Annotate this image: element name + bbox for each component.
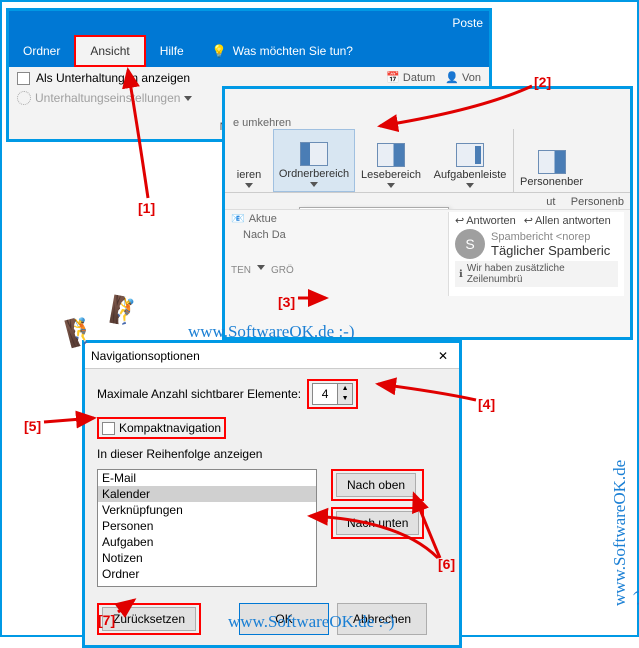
tab-ansicht[interactable]: Ansicht bbox=[74, 35, 145, 67]
max-items-label: Maximale Anzahl sichtbarer Elemente: bbox=[97, 387, 301, 401]
annotation-2: [2] bbox=[534, 74, 551, 90]
annotation-4: [4] bbox=[478, 396, 495, 412]
reply-all-button[interactable]: ↩Allen antworten bbox=[524, 214, 611, 227]
window-title: Poste bbox=[9, 11, 489, 35]
message-preview: ↩Antworten ↩Allen antworten S Spamberich… bbox=[448, 212, 624, 296]
spin-up[interactable]: ▲ bbox=[338, 384, 352, 394]
max-items-spinner[interactable]: ▲▼ bbox=[312, 383, 353, 405]
annotation-5: [5] bbox=[24, 418, 41, 434]
annotation-6: [6] bbox=[438, 556, 455, 572]
nav-order-listbox[interactable]: E-Mail Kalender Verknüpfungen Personen A… bbox=[97, 469, 317, 587]
chevron-down-icon bbox=[257, 265, 265, 270]
move-up-button[interactable]: Nach oben bbox=[336, 473, 416, 497]
max-items-input[interactable] bbox=[313, 384, 337, 404]
conversation-settings-button: Unterhaltungseinstellungen bbox=[17, 91, 192, 105]
tell-me-search[interactable]: 💡 Was möchten Sie tun? bbox=[198, 35, 367, 67]
tab-ordner[interactable]: Ordner bbox=[9, 35, 74, 67]
lightbulb-icon: 💡 bbox=[212, 44, 227, 58]
max-items-row: Maximale Anzahl sichtbarer Elemente: ▲▼ bbox=[97, 379, 447, 409]
annotation-7: [7] bbox=[98, 612, 115, 628]
chevron-down-icon bbox=[310, 182, 318, 187]
layout-group: ieren Ordnerbereich Lesebereich Aufgaben… bbox=[225, 129, 630, 193]
chevron-down-icon bbox=[245, 183, 253, 188]
people-pane-icon bbox=[538, 150, 566, 174]
gear-icon bbox=[17, 91, 31, 105]
close-button[interactable]: ✕ bbox=[433, 349, 453, 363]
sort-from[interactable]: 👤Von bbox=[445, 71, 481, 84]
reading-pane-icon bbox=[377, 143, 405, 167]
todo-bar-icon bbox=[456, 143, 484, 167]
annotation-3: [3] bbox=[278, 294, 295, 310]
compact-nav-checkbox[interactable] bbox=[102, 422, 115, 435]
show-conversations-checkbox[interactable]: Als Unterhaltungen anzeigen bbox=[17, 71, 192, 85]
list-item[interactable]: Kalender bbox=[98, 486, 316, 502]
move-down-button[interactable]: Nach unten bbox=[336, 511, 419, 535]
chevron-down-icon bbox=[387, 183, 395, 188]
list-item[interactable]: Ordner bbox=[98, 566, 316, 582]
folder-pane-icon bbox=[300, 142, 328, 166]
order-label: In dieser Reihenfolge anzeigen bbox=[97, 447, 447, 461]
msg-from: Spambericht <norep bbox=[491, 231, 610, 243]
list-item[interactable]: E-Mail bbox=[98, 470, 316, 486]
spin-down[interactable]: ▼ bbox=[338, 394, 352, 404]
ribbon-tabs: Ordner Ansicht Hilfe 💡 Was möchten Sie t… bbox=[9, 35, 489, 67]
reset-button[interactable]: Zurücksetzen bbox=[102, 607, 196, 631]
list-item[interactable]: Notizen bbox=[98, 550, 316, 566]
checkbox-icon bbox=[17, 72, 30, 85]
list-item[interactable]: Verknüpfungen bbox=[98, 502, 316, 518]
tab-hilfe[interactable]: Hilfe bbox=[146, 35, 198, 67]
list-item[interactable]: Aufgaben bbox=[98, 534, 316, 550]
ribbon-partial-row: e umkehren bbox=[225, 89, 630, 129]
reply-button[interactable]: ↩Antworten bbox=[455, 214, 516, 227]
people-pane-button[interactable]: Personenber bbox=[513, 129, 589, 192]
todo-bar-button[interactable]: Aufgabenleiste bbox=[427, 129, 513, 192]
navigation-options-dialog: Navigationsoptionen ✕ Maximale Anzahl si… bbox=[82, 340, 462, 648]
reading-pane-button[interactable]: Lesebereich bbox=[355, 129, 427, 192]
folder-pane-button[interactable]: Ordnerbereich bbox=[273, 129, 355, 192]
info-icon: ℹ bbox=[459, 269, 463, 280]
chevron-down-icon bbox=[184, 96, 192, 101]
sort-dropdown[interactable]: ieren bbox=[225, 129, 273, 192]
avatar: S bbox=[455, 229, 485, 259]
watermark: www.SoftwareOK.de :-) bbox=[188, 322, 355, 342]
list-item[interactable]: Personen bbox=[98, 518, 316, 534]
annotation-1: [1] bbox=[138, 200, 155, 216]
dialog-titlebar: Navigationsoptionen ✕ bbox=[85, 343, 459, 369]
msg-infobar: Wir haben zusätzliche Zeilenumbrü bbox=[467, 263, 614, 285]
msg-subject: Täglicher Spamberic bbox=[491, 243, 610, 258]
watermark: www.SoftwareOK.de :-) bbox=[228, 612, 395, 632]
compact-nav-label: Kompaktnavigation bbox=[119, 421, 221, 435]
current-mailbox[interactable]: 📧 bbox=[231, 212, 245, 225]
sort-date[interactable]: 📅Datum bbox=[386, 71, 435, 84]
decorative-figure: 🧗 bbox=[108, 293, 145, 329]
watermark: www.SoftwareOK.de :-) bbox=[610, 460, 639, 606]
chevron-down-icon bbox=[466, 183, 474, 188]
